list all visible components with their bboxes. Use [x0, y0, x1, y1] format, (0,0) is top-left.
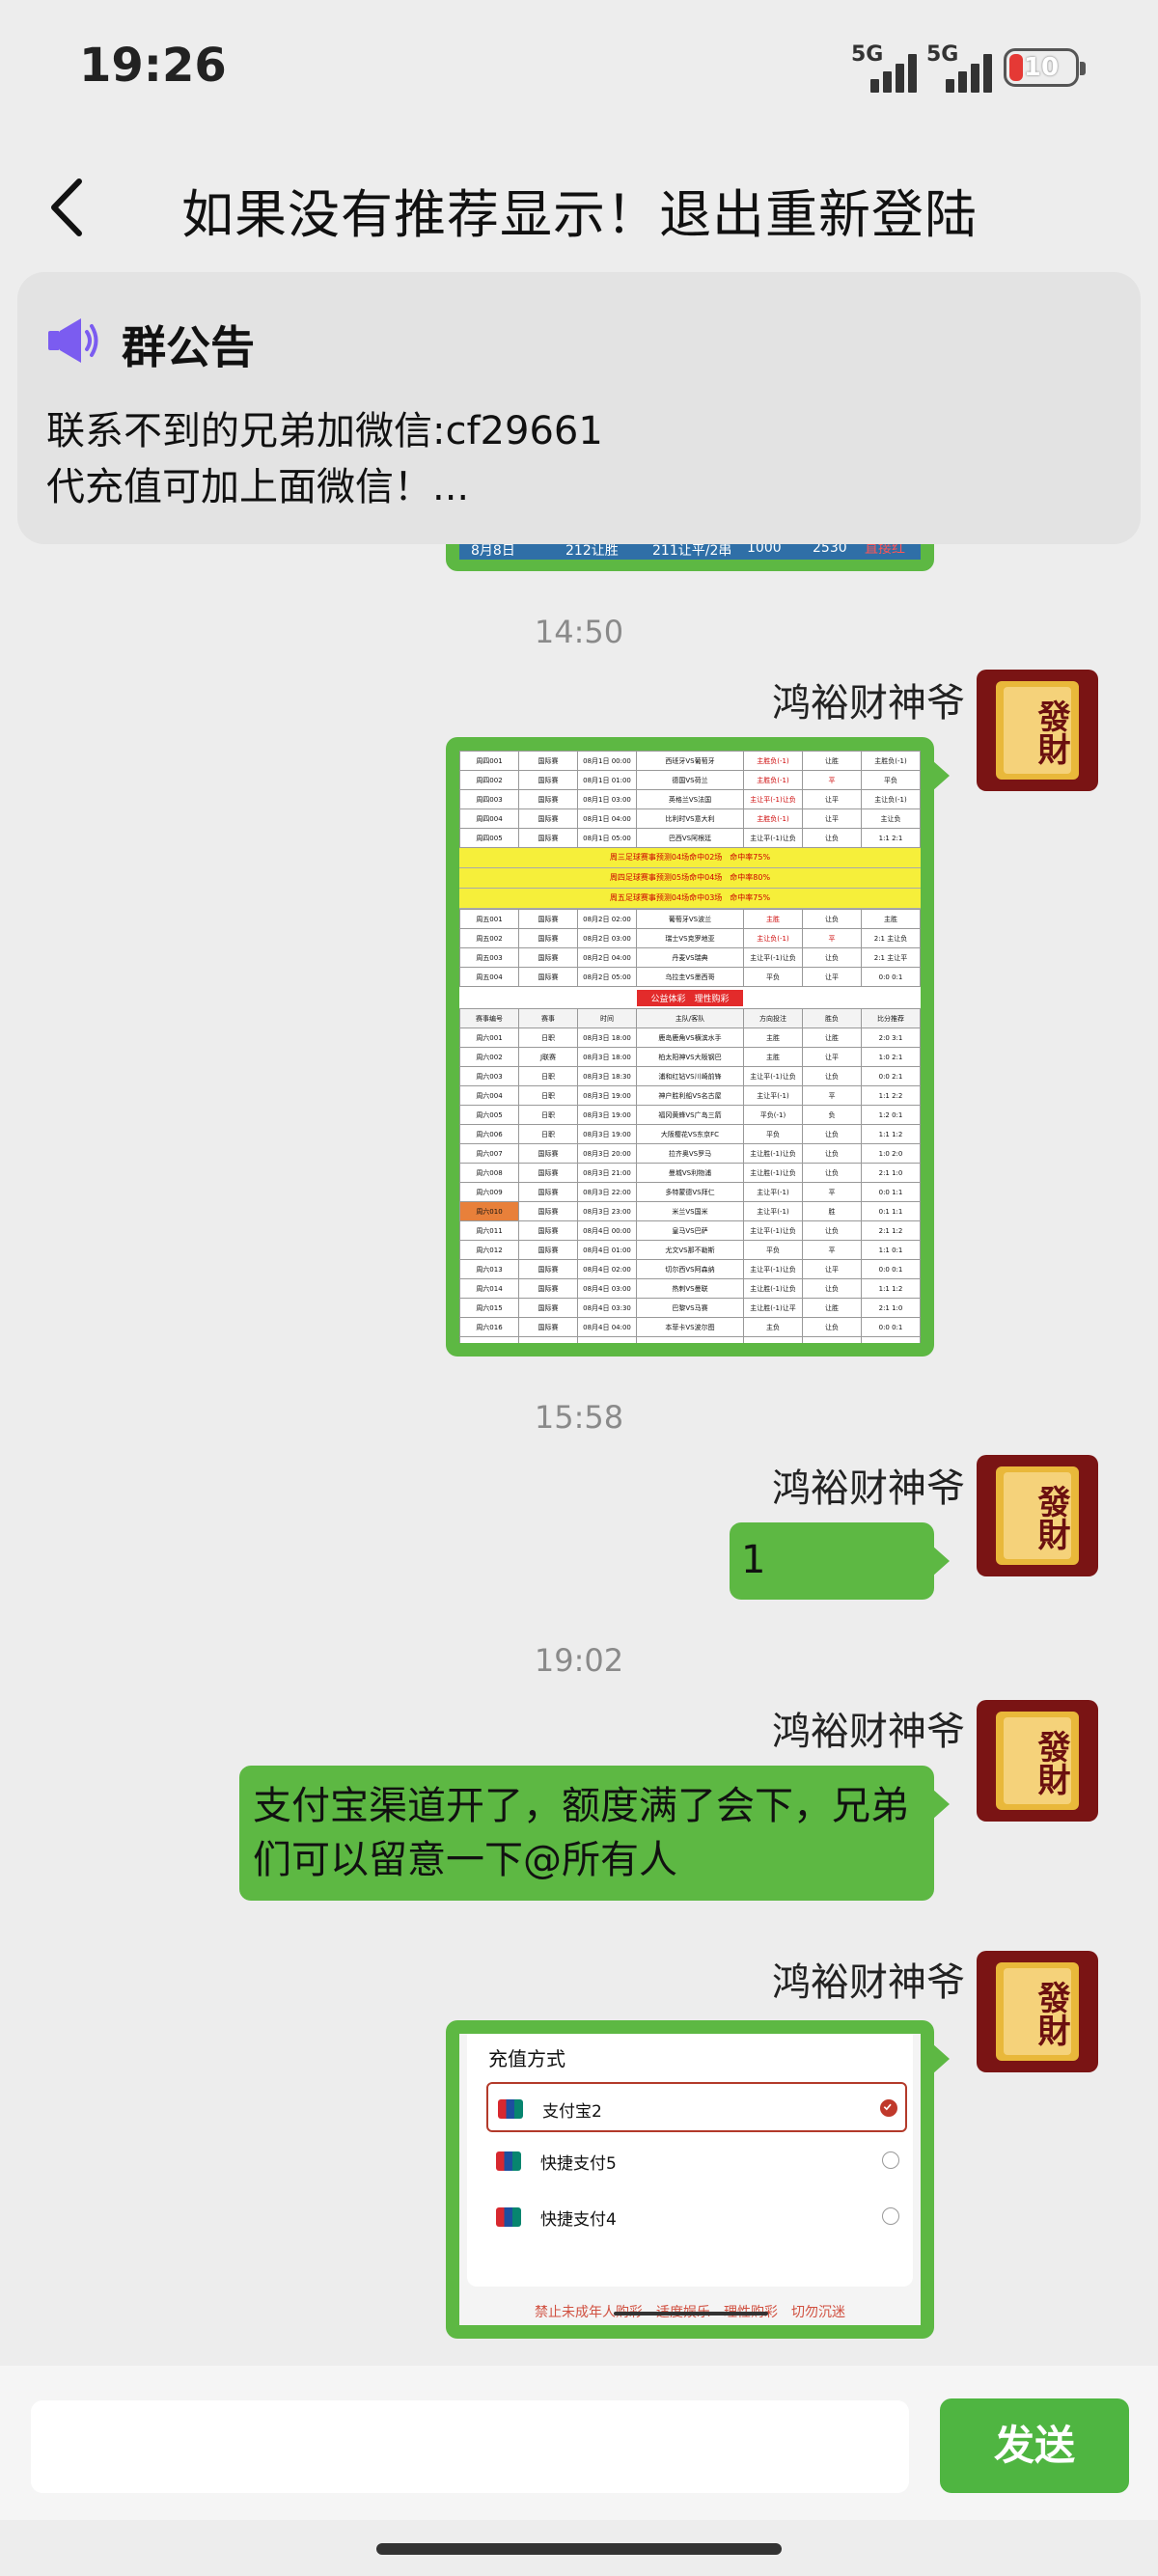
timestamp: 19:02 — [534, 1642, 624, 1679]
avatar-text: 發財 — [1004, 1968, 1071, 2055]
status-bar: 19:26 5G 5G 10 — [0, 0, 1158, 135]
clock: 19:26 — [79, 39, 227, 93]
table-bottom: 赛事编号 赛事 时间 主队/客队 方向投注 胜负 比分推荐 周六001 日职 08月3日 18:… — [459, 1008, 921, 1343]
back-arrow-icon[interactable] — [42, 174, 100, 241]
radio-icon — [882, 2151, 899, 2169]
table-header: 比分推荐 — [861, 1008, 921, 1028]
radio-icon — [882, 2207, 899, 2225]
section-title: 公益体彩 理性购彩 — [637, 990, 743, 1006]
avatar-text: 發財 — [1004, 1717, 1071, 1804]
avatar-text: 發財 — [1004, 687, 1071, 774]
message-text: 支付宝渠道开了，额度满了会下，兄弟们可以留意一下@所有人 — [253, 1784, 909, 1882]
result-band: 周四足球赛事预测05场命中04场 命中率80% — [459, 868, 921, 889]
nav-bar: 如果没有推荐显示！退出重新登陆 — [0, 145, 1158, 270]
sender-name: 鸿裕财神爷 — [772, 1710, 965, 1754]
pay-option: 快捷支付5 — [486, 2136, 907, 2186]
text-bubble[interactable]: 1 — [730, 1522, 950, 1600]
result-band: 周三足球赛事预测04场命中02场 命中率75% — [459, 848, 921, 868]
announcement-line: 代充值可加上面微信！... — [46, 465, 470, 509]
unionpay-icon — [496, 2207, 521, 2227]
avatar[interactable]: 發財 — [977, 1951, 1098, 2072]
image-bubble[interactable]: 周四001 国际赛 08月1日 00:00 西班牙VS葡萄牙 主胜负(-1) 让胜 主胜负(… — [446, 737, 950, 1357]
avatar[interactable]: 發財 — [977, 1700, 1098, 1822]
sender-name: 鸿裕财神爷 — [772, 1960, 965, 2005]
table-top: 周四001 国际赛 08月1日 00:00 西班牙VS葡萄牙 主胜负(-1) 让胜 主胜负(… — [459, 751, 921, 848]
sender-name: 鸿裕财神爷 — [772, 681, 965, 726]
timestamp: 15:58 — [534, 1399, 624, 1436]
pay-option-label: 快捷支付5 — [540, 2154, 617, 2174]
table-header: 赛事 — [518, 1008, 578, 1028]
table-header: 胜负 — [802, 1008, 862, 1028]
unionpay-icon — [498, 2099, 523, 2119]
text-bubble[interactable]: 支付宝渠道开了，额度满了会下，兄弟们可以留意一下@所有人 — [239, 1766, 950, 1901]
message-input[interactable] — [31, 2400, 909, 2493]
chat-title: 如果没有推荐显示！退出重新登陆 — [181, 184, 978, 245]
announcement-line: 联系不到的兄弟加微信:cf29661 — [46, 409, 603, 453]
home-indicator-in-image — [614, 2312, 768, 2316]
input-bar: 发送 — [0, 2366, 1158, 2520]
pay-option-label: 快捷支付4 — [540, 2210, 617, 2230]
message-text: 1 — [741, 1538, 766, 1582]
pay-option-label: 支付宝2 — [542, 2102, 602, 2122]
table-middle: 周五001 国际赛 08月2日 02:00 葡萄牙VS波兰 主胜 让负 主胜 周五002 国际… — [459, 909, 921, 987]
timestamp: 14:50 — [534, 614, 624, 650]
payment-method-image: 充值方式 支付宝2 快捷支付5 快捷支付4 禁止未成年人购彩 适度娱乐 理性购彩… — [459, 2034, 921, 2325]
avatar[interactable]: 發財 — [977, 1455, 1098, 1576]
pay-option: 支付宝2 — [486, 2082, 907, 2132]
send-button[interactable]: 发送 — [940, 2398, 1129, 2493]
image-bubble[interactable]: 充值方式 支付宝2 快捷支付5 快捷支付4 禁止未成年人购彩 适度娱乐 理性购彩… — [446, 2020, 950, 2339]
radio-checked-icon — [880, 2099, 897, 2117]
table-header: 时间 — [577, 1008, 637, 1028]
table-header: 赛事编号 — [459, 1008, 519, 1028]
pay-option: 快捷支付4 — [486, 2192, 907, 2242]
sender-name: 鸿裕财神爷 — [772, 1466, 965, 1511]
avatar[interactable]: 發財 — [977, 670, 1098, 791]
table-header: 主队/客队 — [636, 1008, 744, 1028]
avatar-text: 發財 — [1004, 1472, 1071, 1559]
megaphone-icon — [48, 318, 98, 363]
battery-level: 10 — [1023, 53, 1060, 82]
table-header: 方向投注 — [743, 1008, 803, 1028]
announcement-title: 群公告 — [122, 321, 255, 373]
unionpay-icon — [496, 2151, 521, 2171]
battery-icon: 10 — [1004, 48, 1086, 87]
prediction-table-image: 周四001 国际赛 08月1日 00:00 西班牙VS葡萄牙 主胜负(-1) 让胜 主胜负(… — [459, 751, 921, 1343]
pay-title: 充值方式 — [488, 2047, 565, 2070]
group-announcement[interactable]: 群公告 联系不到的兄弟加微信:cf29661 代充值可加上面微信！... — [17, 272, 1141, 544]
home-indicator[interactable] — [376, 2543, 782, 2555]
result-band: 周五足球赛事预测04场命中03场 命中率75% — [459, 889, 921, 909]
